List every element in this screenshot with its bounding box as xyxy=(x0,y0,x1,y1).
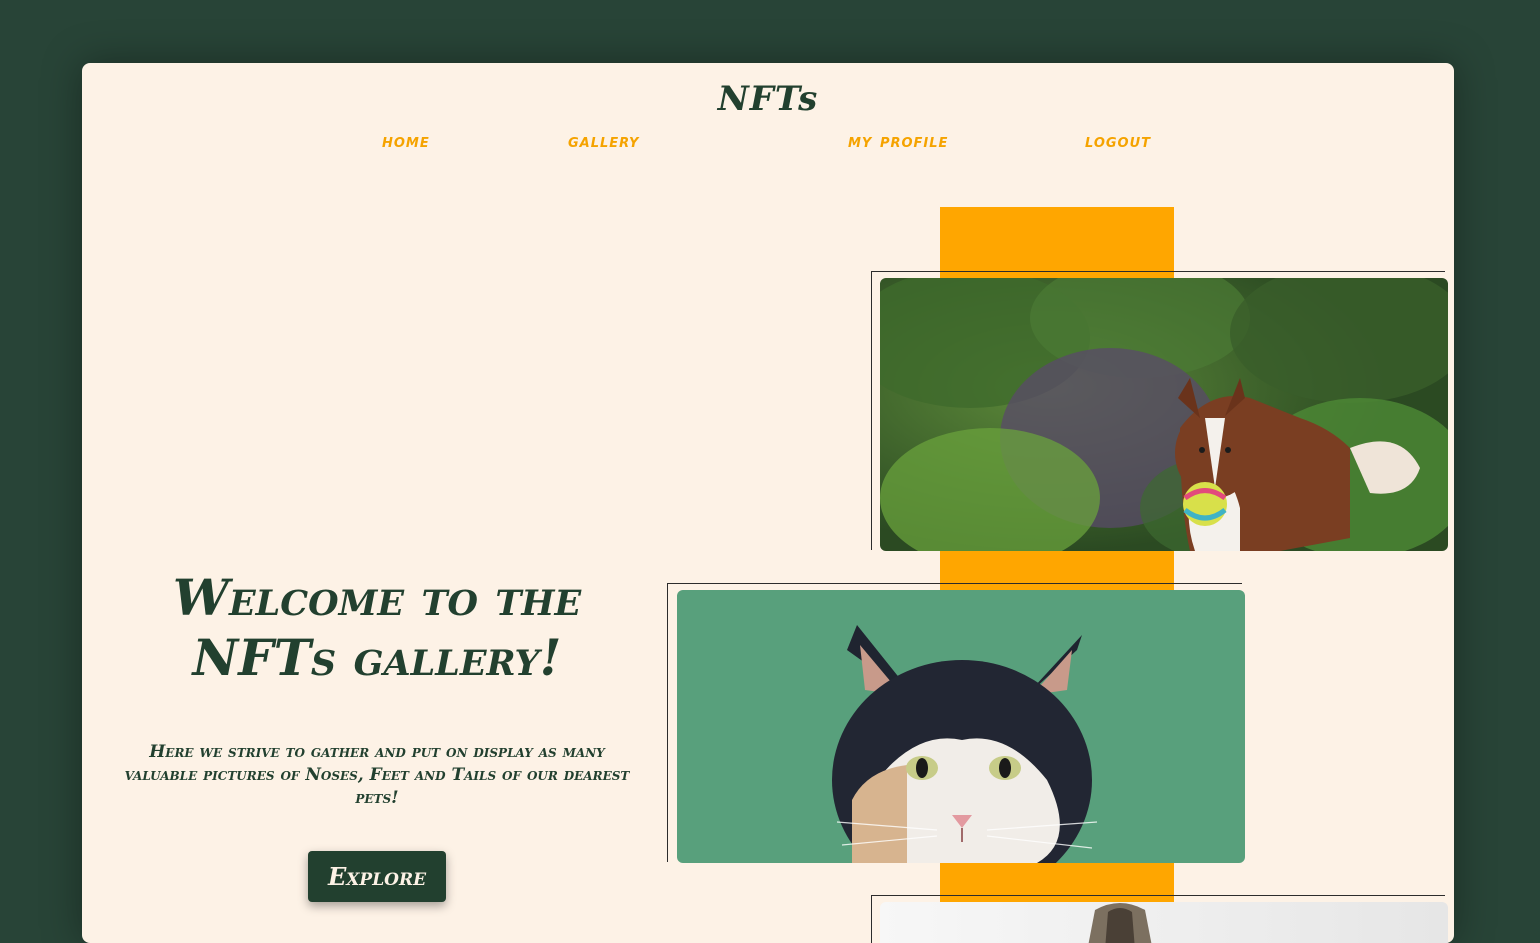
nav-logout-link[interactable]: logout xyxy=(1085,130,1151,152)
main-card: NFTs home gallery my profile logout Welc… xyxy=(82,63,1454,943)
nav-my-profile-link[interactable]: my profile xyxy=(848,130,948,152)
pet-photo[interactable] xyxy=(880,902,1448,943)
cat-photo[interactable] xyxy=(677,590,1245,863)
brand-title: NFTs xyxy=(717,79,819,119)
hero-title: Welcome to the NFTs gallery! xyxy=(172,568,582,687)
nav-home-link[interactable]: home xyxy=(382,130,430,152)
dog-photo[interactable] xyxy=(880,278,1448,551)
explore-button[interactable]: Explore xyxy=(308,851,446,902)
nav-gallery-link[interactable]: gallery xyxy=(568,130,639,152)
hero-description: Here we strive to gather and put on disp… xyxy=(124,742,630,808)
